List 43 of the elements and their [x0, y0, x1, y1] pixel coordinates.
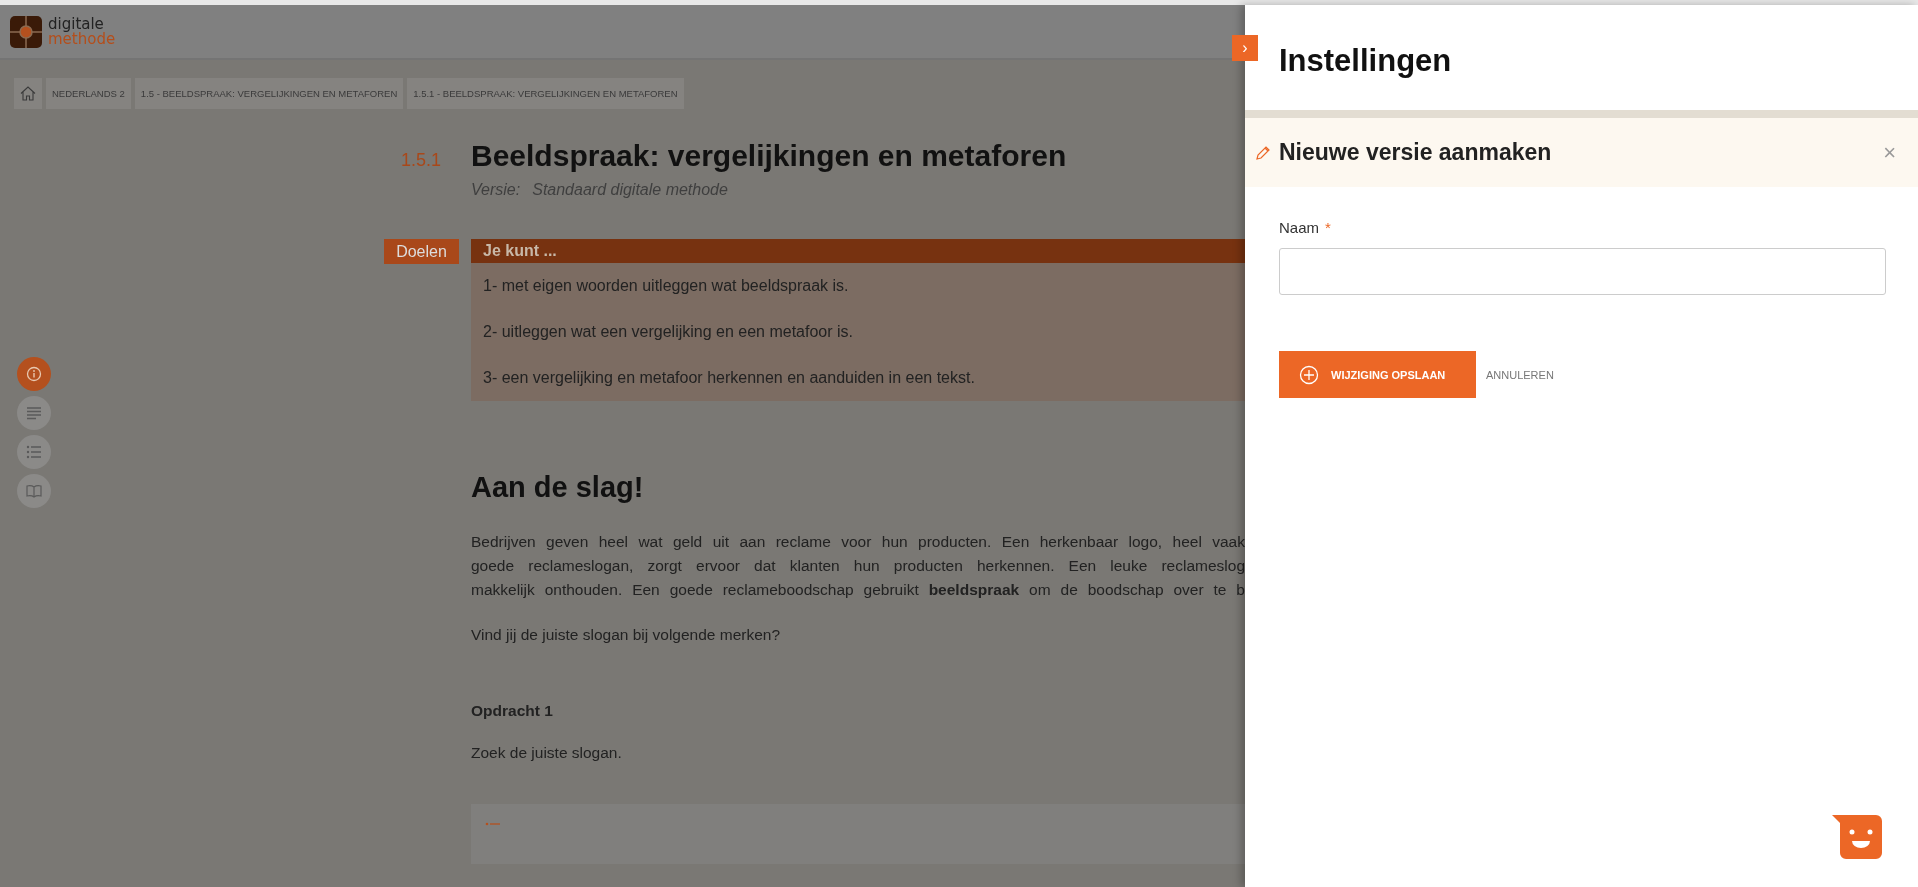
breadcrumb-link[interactable]: 1.5.1 - BEELDSPRAAK: VERGELIJKINGEN EN METAFOREN [407, 78, 684, 109]
name-input[interactable] [1279, 248, 1886, 295]
close-button[interactable]: × [1883, 139, 1896, 166]
lesson-number: 1.5.1 [401, 150, 443, 171]
side-nav-button[interactable] [17, 474, 51, 508]
version-label: Versie: [471, 181, 521, 199]
text-lines-icon [26, 406, 42, 420]
logo-text: digitale [48, 16, 104, 32]
home-breadcrumb[interactable] [14, 78, 42, 109]
section-heading: Aan de slag! [471, 471, 645, 504]
book-icon [26, 484, 42, 498]
side-nav-button[interactable] [17, 396, 51, 430]
form-title: Nieuwe versie aanmaken [1279, 139, 1553, 166]
paragraph-line: Bedrijven geven heel wat geld uit aan reclame voor hun producten. Een herkenbaar logo, heel vaak [471, 532, 1245, 552]
plus-circle-icon [1299, 364, 1319, 385]
pencil-icon [1255, 144, 1271, 161]
breadcrumb-link[interactable]: NEDERLANDS 2 [46, 78, 131, 109]
paragraph-line: makkelijk onthouden. Een goede reclameboodschap gebruikt beeldspraak om de boodschap over te b [471, 580, 1245, 600]
side-nav-button[interactable] [17, 357, 51, 391]
prompt-text: Vind jij de juiste slogan bij volgende merken? [471, 626, 782, 644]
goal-item: 3- een vergelijking en metafoor herkennen en aanduiden in een tekst. [482, 368, 976, 388]
instruction-text: Zoek de juiste slogan. [471, 744, 623, 762]
logo-text: methode [48, 31, 116, 47]
home-icon [20, 86, 36, 101]
goal-item: 1- met eigen woorden uitleggen wat beeldspraak is. [482, 276, 850, 296]
panel-title: Instellingen [1278, 42, 1453, 80]
info-icon [26, 366, 42, 382]
cancel-button[interactable]: ANNULEREN [1480, 367, 1560, 382]
save-button[interactable]: WIJZIGING OPSLAAN [1279, 351, 1476, 398]
goal-item: 2- uitleggen wat een vergelijking en een metafoor is. [482, 322, 854, 342]
side-nav-button[interactable] [17, 435, 51, 469]
collapse-button[interactable]: › [1232, 35, 1258, 61]
logo-icon[interactable] [10, 15, 42, 48]
goals-heading: Je kunt ... [471, 239, 1245, 263]
breadcrumb-link[interactable]: 1.5 - BEELDSPRAAK: VERGELIJKINGEN EN METAFOREN [134, 78, 404, 109]
paragraph-line: goede reclameslogan, zorgt ervoor dat klanten hun producten herkennen. Een leuke reclameslog [471, 556, 1245, 576]
name-label: Naam [1279, 219, 1319, 236]
required-mark: * [1325, 219, 1331, 236]
goals-tag: Doelen [384, 239, 459, 264]
bullet-list-icon [26, 445, 42, 459]
assignment-heading: Opdracht 1 [471, 702, 554, 720]
lesson-title: Beeldspraak: vergelijkingen en metaforen [471, 139, 1067, 173]
version-name: Standaard digitale methode [532, 181, 728, 199]
